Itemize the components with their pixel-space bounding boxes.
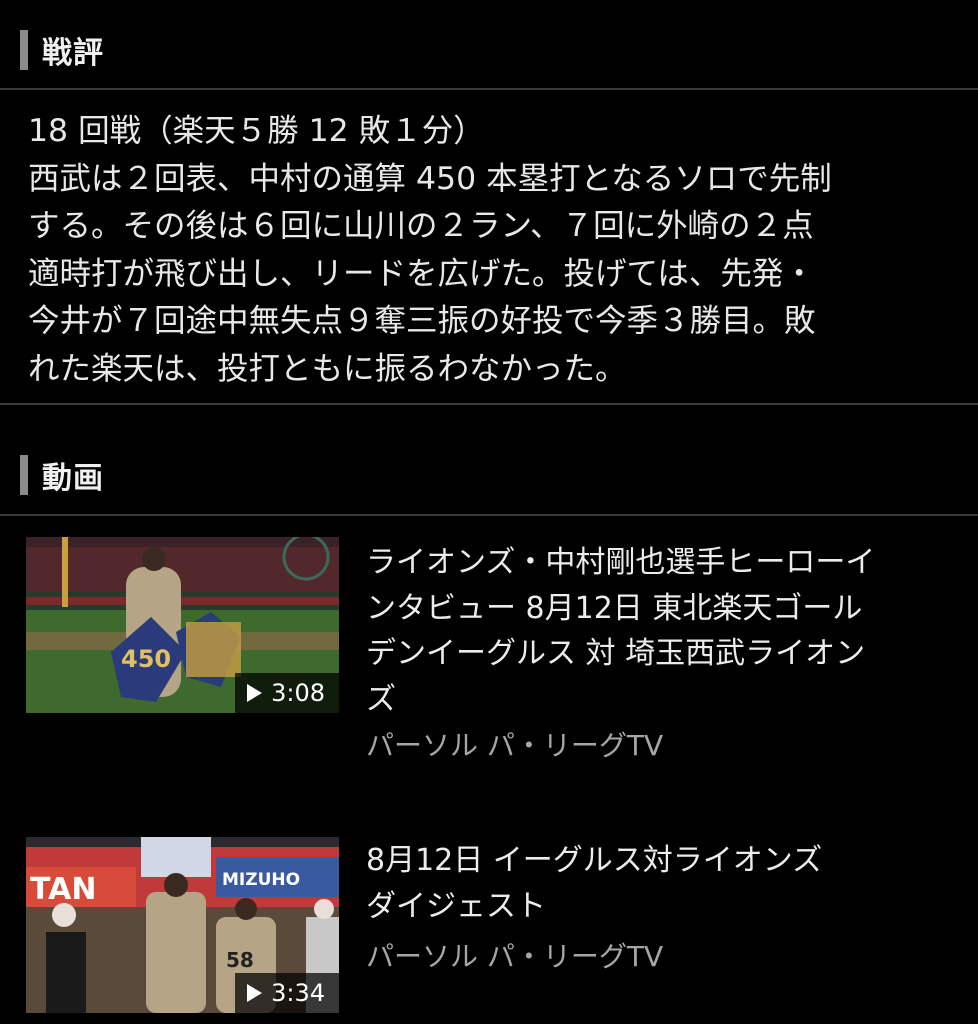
review-line: れた楽天は、投打ともに振るわなかった。 [28, 350, 627, 387]
video-channel-name: パーソル パ・リーグTV [366, 940, 664, 973]
video-title-line: 8月12日 イーグルス対ライオンズ [366, 843, 823, 878]
video-duration-badge: 3:34 [235, 973, 339, 1013]
review-line: 適時打が飛び出し、リードを広げた。投げては、先発・ [28, 255, 815, 292]
review-line: する。その後は６回に山川の２ラン、７回に外崎の２点 [28, 208, 814, 244]
play-icon [247, 984, 263, 1002]
review-bottom-divider [0, 403, 978, 405]
video-title[interactable]: ライオンズ・中村剛也選手ヒーローイ ンタビュー 8月12日 東北楽天ゴール デン… [366, 540, 956, 722]
review-header-divider [0, 88, 978, 90]
section-marker-bar [20, 30, 28, 70]
section-marker-bar [20, 455, 28, 495]
svg-text:MIZUHO: MIZUHO [222, 870, 300, 890]
video-duration-badge: 3:08 [235, 673, 339, 713]
play-icon [247, 684, 263, 702]
review-section-header: 戦評 [0, 30, 978, 71]
review-line: 18 回戦（楽天５勝 12 敗１分） [28, 113, 485, 149]
video-duration: 3:34 [271, 979, 325, 1007]
video-duration: 3:08 [271, 679, 325, 707]
video-title[interactable]: 8月12日 イーグルス対ライオンズ ダイジェスト [366, 838, 956, 929]
svg-text:58: 58 [226, 948, 254, 972]
video-title-line: ンタビュー 8月12日 東北楽天ゴール [366, 590, 863, 626]
review-line: 西武は２回表、中村の通算 450 本塁打となるソロで先制 [28, 160, 832, 197]
video-title-line: デンイーグルス 対 埼玉西武ライオン [366, 636, 866, 671]
game-review-text: 18 回戦（楽天５勝 12 敗１分） 西武は２回表、中村の通算 450 本塁打と… [28, 108, 958, 393]
review-section-title: 戦評 [42, 36, 104, 71]
review-line: 今井が７回途中無失点９奪三振の好投で今季３勝目。敗 [28, 303, 816, 339]
video-section-title: 動画 [42, 461, 104, 496]
video-title-line: ダイジェスト [366, 888, 546, 924]
video-channel-name: パーソル パ・リーグTV [366, 729, 664, 762]
svg-text:TAN: TAN [30, 872, 96, 907]
video-section-header: 動画 [0, 455, 978, 496]
svg-text:450: 450 [121, 645, 171, 673]
video-thumbnail[interactable]: TAN MIZUHO 58 3:34 [26, 837, 339, 1013]
video-title-line: ズ [366, 681, 396, 717]
video-thumbnail[interactable]: 450 3:08 [26, 537, 339, 713]
video-title-line: ライオンズ・中村剛也選手ヒーローイ [366, 545, 876, 580]
video-header-divider [0, 514, 978, 516]
